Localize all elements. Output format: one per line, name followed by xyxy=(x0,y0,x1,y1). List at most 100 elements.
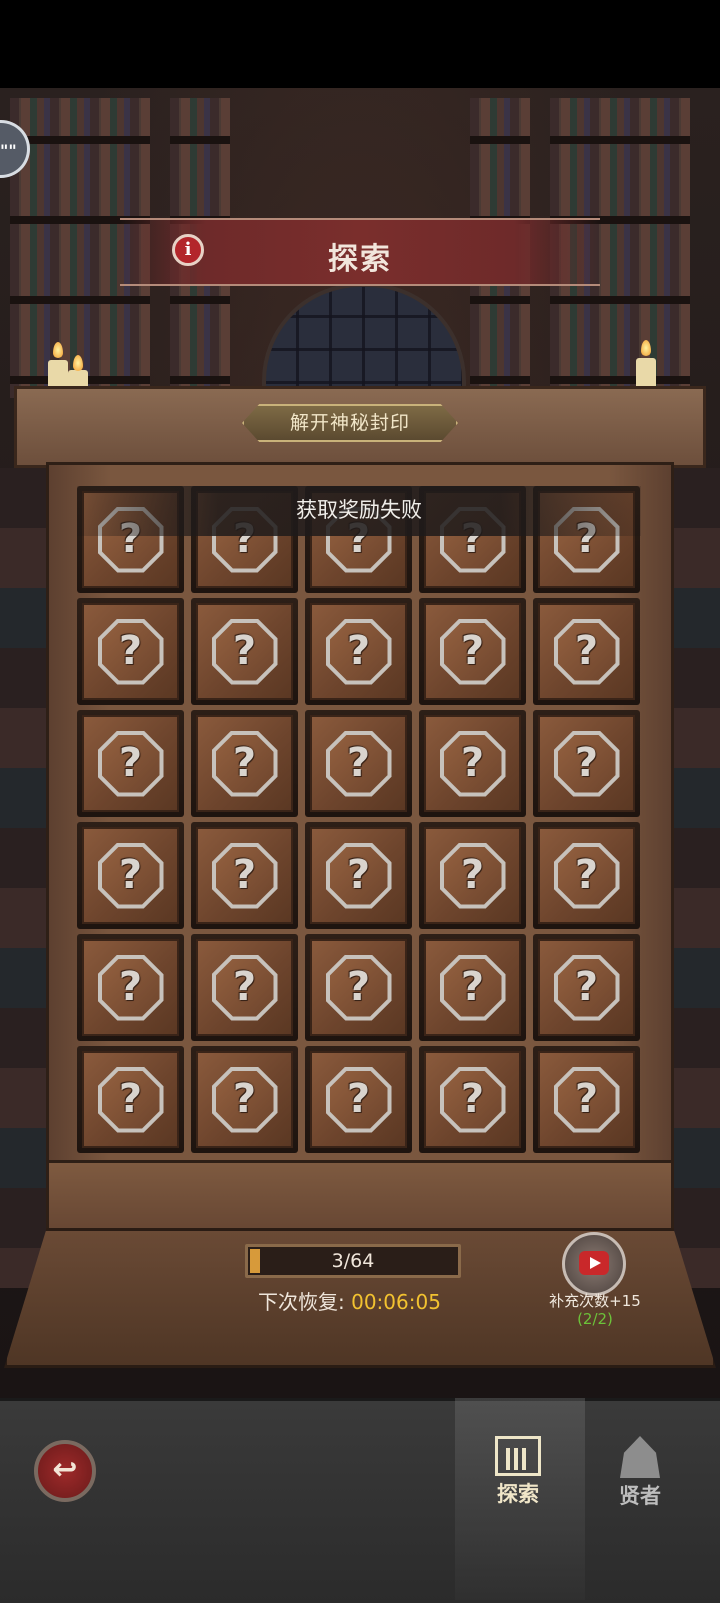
tile-face: ? xyxy=(196,715,293,812)
tile-face: ? xyxy=(538,827,635,924)
mystery-tile[interactable]: ? xyxy=(191,1046,298,1153)
tab-sage[interactable]: 贤者 xyxy=(600,1436,680,1510)
question-mark-icon: ? xyxy=(232,851,257,898)
mystery-tile[interactable]: ? xyxy=(305,934,412,1041)
chat-icon: "" xyxy=(0,141,17,160)
tile-face: ? xyxy=(538,939,635,1036)
mystery-tile[interactable]: ? xyxy=(419,1046,526,1153)
question-mark-icon: ? xyxy=(232,739,257,786)
mystery-tile[interactable]: ? xyxy=(77,710,184,817)
question-mark-icon: ? xyxy=(574,1075,599,1122)
tile-face: ? xyxy=(424,939,521,1036)
tile-face: ? xyxy=(196,1051,293,1148)
mystery-tile[interactable]: ? xyxy=(533,598,640,705)
tile-face: ? xyxy=(424,1051,521,1148)
recover-label: 下次恢复: xyxy=(258,1290,345,1314)
question-mark-icon: ? xyxy=(460,739,485,786)
tile-face: ? xyxy=(196,603,293,700)
question-mark-icon: ? xyxy=(574,963,599,1010)
mystery-tile[interactable]: ? xyxy=(533,710,640,817)
tile-face: ? xyxy=(310,1051,407,1148)
tile-face: ? xyxy=(82,827,179,924)
mystery-tile-grid: ?????????????????????????????? xyxy=(77,486,641,1156)
question-mark-icon: ? xyxy=(574,627,599,674)
mystery-tile[interactable]: ? xyxy=(305,598,412,705)
mystery-tile[interactable]: ? xyxy=(533,934,640,1041)
seal-label: 解开神秘封印 xyxy=(242,404,458,442)
mystery-tile[interactable]: ? xyxy=(305,710,412,817)
mystery-tile[interactable]: ? xyxy=(191,710,298,817)
question-mark-icon: ? xyxy=(460,627,485,674)
mystery-tile[interactable]: ? xyxy=(191,934,298,1041)
hood-icon xyxy=(620,1436,660,1478)
tile-face: ? xyxy=(82,939,179,1036)
refill-count: (2/2) xyxy=(577,1310,613,1328)
mystery-tile[interactable]: ? xyxy=(533,1046,640,1153)
mystery-tile[interactable]: ? xyxy=(419,934,526,1041)
mystery-tile[interactable]: ? xyxy=(419,822,526,929)
mystery-tile[interactable]: ? xyxy=(77,822,184,929)
tab-explore[interactable]: 探索 xyxy=(478,1436,558,1508)
mystery-tile[interactable]: ? xyxy=(77,1046,184,1153)
question-mark-icon: ? xyxy=(460,1075,485,1122)
tile-face: ? xyxy=(82,715,179,812)
flame-icon xyxy=(53,342,63,358)
mystery-tile[interactable]: ? xyxy=(191,822,298,929)
tile-face: ? xyxy=(424,603,521,700)
mystery-tile[interactable]: ? xyxy=(77,934,184,1041)
recover-time: 00:06:05 xyxy=(351,1290,441,1314)
question-mark-icon: ? xyxy=(118,739,143,786)
tile-face: ? xyxy=(538,1051,635,1148)
question-mark-icon: ? xyxy=(118,627,143,674)
tile-face: ? xyxy=(82,1051,179,1148)
mystery-tile[interactable]: ? xyxy=(533,822,640,929)
question-mark-icon: ? xyxy=(460,963,485,1010)
mystery-tile[interactable]: ? xyxy=(305,1046,412,1153)
video-play-icon xyxy=(579,1251,609,1275)
question-mark-icon: ? xyxy=(346,627,371,674)
watch-video-button[interactable] xyxy=(562,1232,626,1296)
question-mark-icon: ? xyxy=(346,851,371,898)
recover-timer: 下次恢复: 00:06:05 xyxy=(258,1286,488,1315)
tile-face: ? xyxy=(196,939,293,1036)
side-shelf-right xyxy=(668,468,720,1288)
question-mark-icon: ? xyxy=(232,963,257,1010)
mystery-tile[interactable]: ? xyxy=(419,710,526,817)
tile-face: ? xyxy=(538,715,635,812)
mystery-tile[interactable]: ? xyxy=(419,598,526,705)
refill-label: 补充次数+15 xyxy=(549,1292,641,1310)
back-button[interactable]: ↩ xyxy=(34,1440,96,1502)
mystery-tile[interactable]: ? xyxy=(305,822,412,929)
tab-explore-label: 探索 xyxy=(497,1482,539,1506)
page-title: 探索 xyxy=(328,242,392,277)
question-mark-icon: ? xyxy=(118,1075,143,1122)
question-mark-icon: ? xyxy=(232,1075,257,1122)
side-shelf-left xyxy=(0,468,52,1288)
title-banner: i 探索 xyxy=(120,218,600,286)
mystery-tile[interactable]: ? xyxy=(77,598,184,705)
explore-progress-bar: 3/64 xyxy=(245,1244,461,1278)
tile-face: ? xyxy=(424,715,521,812)
tile-face: ? xyxy=(424,827,521,924)
flame-icon xyxy=(641,340,651,356)
question-mark-icon: ? xyxy=(118,963,143,1010)
tile-face: ? xyxy=(538,603,635,700)
question-mark-icon: ? xyxy=(232,627,257,674)
question-mark-icon: ? xyxy=(460,851,485,898)
question-mark-icon: ? xyxy=(574,851,599,898)
toast-message: 获取奖励失败 xyxy=(77,486,641,536)
question-mark-icon: ? xyxy=(346,963,371,1010)
flame-icon xyxy=(73,355,83,371)
bookshelf-icon xyxy=(495,1436,541,1476)
tile-face: ? xyxy=(310,603,407,700)
progress-text: 3/64 xyxy=(331,1250,375,1272)
mystery-tile[interactable]: ? xyxy=(191,598,298,705)
question-mark-icon: ? xyxy=(346,1075,371,1122)
question-mark-icon: ? xyxy=(574,739,599,786)
tab-sage-label: 贤者 xyxy=(619,1484,661,1508)
tile-face: ? xyxy=(310,715,407,812)
tile-face: ? xyxy=(196,827,293,924)
question-mark-icon: ? xyxy=(118,851,143,898)
tile-face: ? xyxy=(310,827,407,924)
question-mark-icon: ? xyxy=(346,739,371,786)
